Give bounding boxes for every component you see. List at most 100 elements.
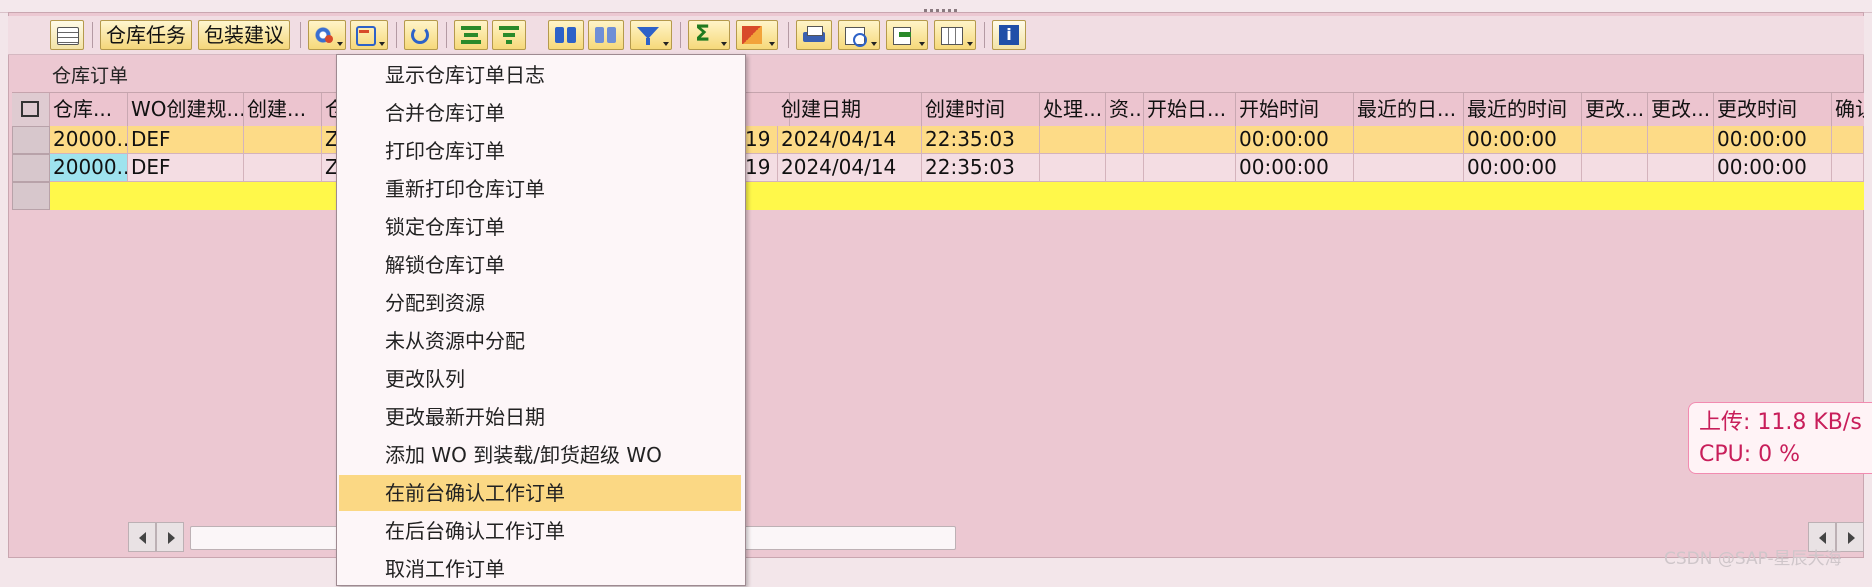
context-menu: 显示仓库订单日志 合并仓库订单 打印仓库订单 重新打印仓库订单 锁定仓库订单 解… bbox=[336, 54, 746, 586]
table-cell[interactable] bbox=[1040, 154, 1106, 182]
column-header[interactable]: 资... bbox=[1106, 93, 1144, 126]
column-header[interactable]: 创建日期 bbox=[778, 93, 922, 126]
upload-speed: 上传: 11.8 KB/s bbox=[1699, 410, 1862, 435]
align-top-icon[interactable] bbox=[454, 20, 488, 50]
menu-item-cancel-wo[interactable]: 取消工作订单 bbox=[339, 551, 741, 587]
table-cell[interactable] bbox=[1832, 126, 1864, 154]
table-cell[interactable] bbox=[1106, 154, 1144, 182]
toolbar-separator bbox=[680, 22, 681, 48]
column-header[interactable]: 处理... bbox=[1040, 93, 1106, 126]
column-header[interactable]: 创建... bbox=[244, 93, 322, 126]
filter-icon[interactable] bbox=[630, 20, 672, 50]
toolbar-separator bbox=[396, 22, 397, 48]
cpu-usage: CPU: 0 % bbox=[1699, 442, 1801, 467]
column-header[interactable]: 最近的日... bbox=[1354, 93, 1464, 126]
select-all-icon[interactable] bbox=[12, 93, 50, 126]
table-cell[interactable] bbox=[1648, 154, 1714, 182]
column-header[interactable]: 开始日... bbox=[1144, 93, 1236, 126]
warehouse-task-button[interactable]: 仓库任务 bbox=[100, 20, 192, 50]
menu-item-reprint[interactable]: 重新打印仓库订单 bbox=[339, 171, 741, 207]
table-cell[interactable]: 22:35:03 bbox=[922, 154, 1040, 182]
menu-item-unlock[interactable]: 解锁仓库订单 bbox=[339, 247, 741, 283]
menu-item-show-log[interactable]: 显示仓库订单日志 bbox=[339, 57, 741, 93]
undo-icon[interactable] bbox=[350, 20, 388, 50]
table-cell[interactable]: 2024/04/14 bbox=[778, 126, 922, 154]
info-icon[interactable]: i bbox=[992, 20, 1026, 50]
packing-proposal-button[interactable]: 包装建议 bbox=[198, 20, 290, 50]
gear-icon[interactable] bbox=[308, 20, 346, 50]
column-header[interactable]: 开始时间 bbox=[1236, 93, 1354, 126]
row-selector[interactable] bbox=[12, 126, 50, 154]
binoculars-next-icon[interactable] bbox=[588, 20, 624, 50]
table-cell[interactable] bbox=[244, 154, 322, 182]
menu-item-print[interactable]: 打印仓库订单 bbox=[339, 133, 741, 169]
column-header[interactable]: 最近的时间 bbox=[1464, 93, 1582, 126]
menu-item-change-latest-start[interactable]: 更改最新开始日期 bbox=[339, 399, 741, 435]
refresh-icon[interactable] bbox=[404, 20, 438, 50]
table-cell[interactable] bbox=[1832, 154, 1864, 182]
menu-item-confirm-foreground[interactable]: 在前台确认工作订单 bbox=[339, 475, 741, 511]
subtotal-icon[interactable] bbox=[736, 20, 778, 50]
table-cell[interactable] bbox=[1582, 154, 1648, 182]
table-cell[interactable] bbox=[1144, 154, 1236, 182]
layout-icon[interactable] bbox=[50, 20, 84, 50]
row-selector[interactable] bbox=[12, 182, 50, 210]
table-cell[interactable] bbox=[244, 126, 322, 154]
toolbar-separator bbox=[92, 22, 93, 48]
table-cell[interactable]: DEF bbox=[128, 126, 244, 154]
table-cell[interactable]: 22:35:03 bbox=[922, 126, 1040, 154]
menu-item-change-queue[interactable]: 更改队列 bbox=[339, 361, 741, 397]
menu-item-assign-resource[interactable]: 分配到资源 bbox=[339, 285, 741, 321]
grid-title: 仓库订单 bbox=[52, 65, 129, 87]
menu-item-confirm-background[interactable]: 在后台确认工作订单 bbox=[339, 513, 741, 549]
table-cell[interactable]: 19 bbox=[742, 154, 778, 182]
table-cell[interactable] bbox=[1354, 126, 1464, 154]
table-cell[interactable] bbox=[1582, 126, 1648, 154]
scroll-left-icon[interactable] bbox=[128, 522, 156, 552]
row-selector[interactable] bbox=[12, 154, 50, 182]
table-row[interactable]: 20000... DEF Z 19 2024/04/14 22:35:03 00… bbox=[12, 154, 1864, 182]
table-cell[interactable]: 00:00:00 bbox=[1714, 126, 1832, 154]
table-row[interactable]: 20000... DEF Z 19 2024/04/14 22:35:03 00… bbox=[12, 126, 1864, 154]
align-bottom-icon[interactable] bbox=[492, 20, 526, 50]
new-entry-row[interactable] bbox=[12, 182, 1864, 210]
column-header[interactable]: 仓库... bbox=[50, 93, 128, 126]
column-header[interactable]: 确认 bbox=[1832, 93, 1864, 126]
table-cell[interactable] bbox=[1144, 126, 1236, 154]
table-cell[interactable]: 00:00:00 bbox=[1464, 126, 1582, 154]
table-cell[interactable]: 2024/04/14 bbox=[778, 154, 922, 182]
toolbar-separator bbox=[300, 22, 301, 48]
sum-icon[interactable]: Σ bbox=[688, 20, 730, 50]
column-layout-icon[interactable] bbox=[934, 20, 976, 50]
toolbar-separator bbox=[984, 22, 985, 48]
table-cell[interactable] bbox=[1106, 126, 1144, 154]
print-icon[interactable] bbox=[796, 20, 832, 50]
table-cell[interactable] bbox=[1354, 154, 1464, 182]
table-cell-focused[interactable]: 20000... bbox=[50, 154, 128, 182]
table-cell[interactable]: 00:00:00 bbox=[1464, 154, 1582, 182]
print-preview-icon[interactable] bbox=[838, 20, 880, 50]
column-header[interactable]: WO创建规... bbox=[128, 93, 244, 126]
table-cell[interactable]: DEF bbox=[128, 154, 244, 182]
column-header[interactable]: 更改... bbox=[1582, 93, 1648, 126]
menu-item-unassign-resource[interactable]: 未从资源中分配 bbox=[339, 323, 741, 359]
table-cell[interactable]: 19 bbox=[742, 126, 778, 154]
binoculars-icon[interactable] bbox=[548, 20, 584, 50]
table-cell[interactable]: 00:00:00 bbox=[1714, 154, 1832, 182]
table-cell[interactable]: 20000... bbox=[50, 126, 128, 154]
menu-item-lock[interactable]: 锁定仓库订单 bbox=[339, 209, 741, 245]
alv-toolbar: 仓库任务 包装建议 Σ i bbox=[8, 16, 1864, 55]
menu-item-add-wo-superior[interactable]: 添加 WO 到装载/卸货超级 WO bbox=[339, 437, 741, 473]
column-header[interactable]: 更改时间 bbox=[1714, 93, 1832, 126]
export-icon[interactable] bbox=[886, 20, 928, 50]
toolbar-separator bbox=[788, 22, 789, 48]
scroll-right-icon[interactable] bbox=[156, 522, 184, 552]
table-cell[interactable]: 00:00:00 bbox=[1236, 126, 1354, 154]
menu-item-merge[interactable]: 合并仓库订单 bbox=[339, 95, 741, 131]
table-cell[interactable] bbox=[1040, 126, 1106, 154]
table-cell[interactable]: 00:00:00 bbox=[1236, 154, 1354, 182]
table-cell[interactable] bbox=[1648, 126, 1714, 154]
table-header: 仓库... WO创建规... 创建... 仓 创建日期 创建时间 处理... 资… bbox=[12, 92, 1864, 127]
column-header[interactable]: 创建时间 bbox=[922, 93, 1040, 126]
column-header[interactable]: 更改... bbox=[1648, 93, 1714, 126]
